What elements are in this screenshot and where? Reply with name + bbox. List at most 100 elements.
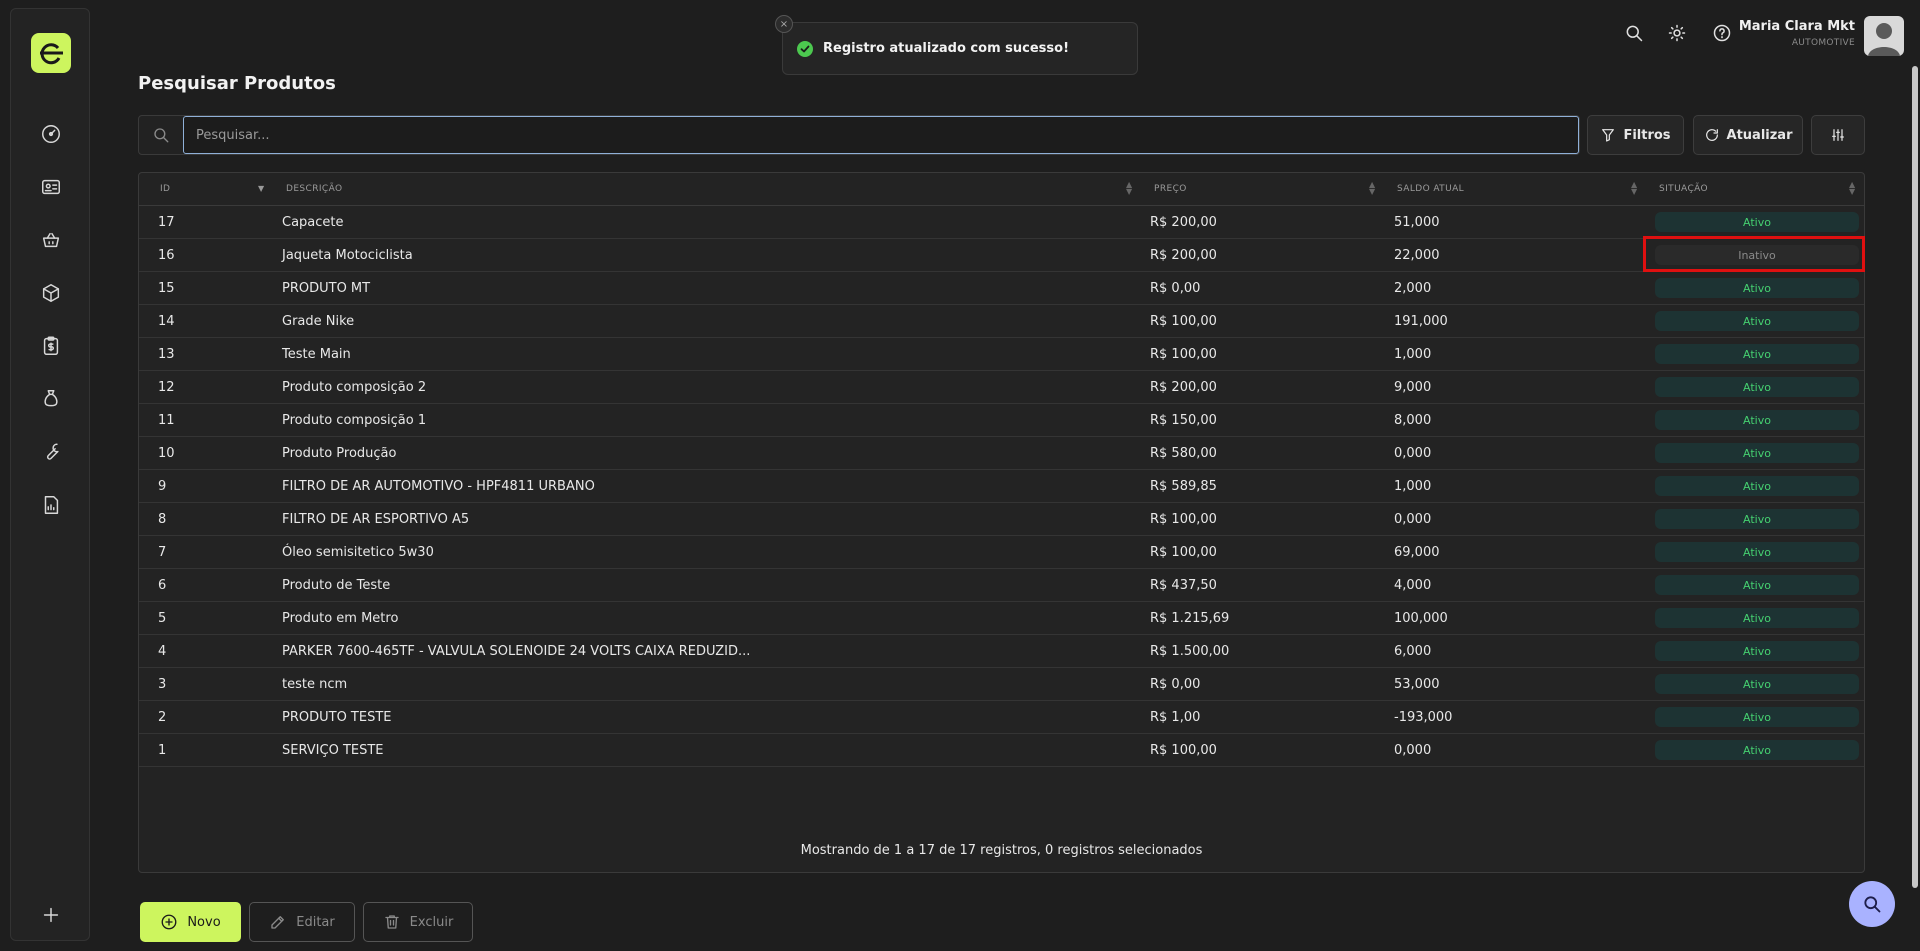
table-row[interactable]: 10 Produto Produção R$ 580,00 0,000 Ativo — [139, 437, 1864, 470]
cell-balance: 1,000 — [1394, 347, 1432, 362]
cell-description: Jaqueta Motociclista — [282, 248, 413, 263]
table-row[interactable]: 5 Produto em Metro R$ 1.215,69 100,000 Ativo — [139, 602, 1864, 635]
refresh-button-label: Atualizar — [1726, 127, 1793, 143]
status-badge: Ativo — [1655, 377, 1859, 397]
column-settings-button[interactable] — [1811, 115, 1865, 155]
page-title: Pesquisar Produtos — [138, 73, 336, 94]
table-header: ID ▼ DESCRIÇÃO ▲ ▼ PREÇO ▲ ▼ SALDO ATUAL ▲… — [139, 173, 1864, 206]
table-row[interactable]: 6 Produto de Teste R$ 437,50 4,000 Ativo — [139, 569, 1864, 602]
cell-id: 9 — [158, 479, 167, 494]
edit-button[interactable]: Editar — [249, 902, 355, 942]
table-row[interactable]: 12 Produto composição 2 R$ 200,00 9,000 Ativ… — [139, 371, 1864, 404]
table-row[interactable]: 1 SERVIÇO TESTE R$ 100,00 0,000 Ativo — [139, 734, 1864, 767]
sliders-icon — [1832, 129, 1844, 141]
products-table: ID ▼ DESCRIÇÃO ▲ ▼ PREÇO ▲ ▼ SALDO ATUAL ▲… — [138, 172, 1865, 873]
new-button-label: Novo — [187, 914, 221, 930]
cell-price: R$ 0,00 — [1150, 281, 1201, 296]
cell-price: R$ 100,00 — [1150, 314, 1217, 329]
logo-icon — [40, 43, 63, 65]
delete-button[interactable]: Excluir — [363, 902, 473, 942]
cell-description: teste ncm — [282, 677, 348, 692]
cell-price: R$ 437,50 — [1150, 578, 1217, 593]
cell-balance: 22,000 — [1394, 248, 1440, 263]
basket-icon[interactable] — [39, 228, 63, 252]
table-row[interactable]: 8 FILTRO DE AR ESPORTIVO A5 R$ 100,00 0,000… — [139, 503, 1864, 536]
user-name[interactable]: Maria Clara Mkt — [1739, 19, 1855, 34]
sort-icon[interactable]: ▲ ▼ — [1126, 181, 1132, 196]
plus-icon[interactable] — [39, 903, 63, 927]
success-toast: × Registro atualizado com sucesso! — [775, 15, 1138, 75]
filter-icon — [1602, 129, 1615, 142]
sort-icon[interactable]: ▲ ▼ — [1849, 181, 1855, 196]
column-header-status[interactable]: SITUAÇÃO — [1659, 184, 1708, 194]
floating-search-button[interactable] — [1849, 881, 1895, 927]
cell-description: PRODUTO TESTE — [282, 710, 392, 725]
dashboard-icon[interactable] — [39, 122, 63, 146]
cell-id: 15 — [158, 281, 175, 296]
filters-button[interactable]: Filtros — [1587, 115, 1684, 155]
table-row[interactable]: 3 teste ncm R$ 0,00 53,000 Ativo — [139, 668, 1864, 701]
table-row[interactable]: 2 PRODUTO TESTE R$ 1,00 -193,000 Ativo — [139, 701, 1864, 734]
avatar[interactable] — [1864, 16, 1904, 56]
cell-balance: 6,000 — [1394, 644, 1432, 659]
cell-description: Capacete — [282, 215, 344, 230]
search-icon[interactable] — [1623, 22, 1645, 44]
table-row[interactable]: 7 Óleo semisitetico 5w30 R$ 100,00 69,000 At… — [139, 536, 1864, 569]
wrench-icon[interactable] — [39, 440, 63, 464]
cell-price: R$ 1.500,00 — [1150, 644, 1230, 659]
status-badge: Ativo — [1655, 311, 1859, 331]
cell-description: Produto Produção — [282, 446, 397, 461]
cell-description: Produto composição 1 — [282, 413, 427, 428]
cell-description: PARKER 7600-465TF - VALVULA SOLENOIDE 24… — [282, 644, 751, 659]
cell-description: Produto de Teste — [282, 578, 391, 593]
table-row[interactable]: 15 PRODUTO MT R$ 0,00 2,000 Ativo — [139, 272, 1864, 305]
table-row[interactable]: 13 Teste Main R$ 100,00 1,000 Ativo — [139, 338, 1864, 371]
refresh-icon — [1705, 129, 1718, 141]
cell-id: 14 — [158, 314, 175, 329]
id-card-icon[interactable] — [39, 175, 63, 199]
cell-price: R$ 589,85 — [1150, 479, 1217, 494]
refresh-button[interactable]: Atualizar — [1693, 115, 1803, 155]
search-input[interactable] — [183, 116, 1579, 154]
cell-description: Produto em Metro — [282, 611, 399, 626]
sun-icon[interactable] — [1666, 22, 1688, 44]
cell-balance: -193,000 — [1394, 710, 1453, 725]
cell-price: R$ 580,00 — [1150, 446, 1217, 461]
toast-close-button[interactable]: × — [775, 15, 793, 33]
column-header-price[interactable]: PREÇO — [1154, 184, 1187, 194]
app-logo[interactable] — [31, 33, 71, 73]
box-icon[interactable] — [39, 281, 63, 305]
status-badge: Ativo — [1655, 740, 1859, 760]
cell-price: R$ 100,00 — [1150, 512, 1217, 527]
sort-icon[interactable]: ▲ ▼ — [1631, 181, 1637, 196]
user-avatar-icon — [1868, 23, 1900, 56]
table-row[interactable]: 16 Jaqueta Motociclista R$ 200,00 22,000 Ina… — [139, 239, 1864, 272]
status-badge: Ativo — [1655, 575, 1859, 595]
cell-description: Óleo semisitetico 5w30 — [282, 545, 434, 560]
cell-description: Teste Main — [282, 347, 351, 362]
scrollbar[interactable] — [1912, 66, 1918, 888]
sort-icon[interactable]: ▲ ▼ — [1369, 181, 1375, 196]
column-header-id[interactable]: ID — [160, 184, 170, 194]
table-row[interactable]: 17 Capacete R$ 200,00 51,000 Ativo — [139, 206, 1864, 239]
table-row[interactable]: 4 PARKER 7600-465TF - VALVULA SOLENOIDE 2… — [139, 635, 1864, 668]
cell-id: 2 — [158, 710, 167, 725]
sort-desc-icon[interactable]: ▼ — [258, 185, 264, 193]
table-row[interactable]: 11 Produto composição 1 R$ 150,00 8,000 Ativ… — [139, 404, 1864, 437]
report-icon[interactable] — [39, 493, 63, 517]
new-button[interactable]: Novo — [140, 902, 241, 942]
table-row[interactable]: 9 FILTRO DE AR AUTOMOTIVO - HPF4811 URBAN… — [139, 470, 1864, 503]
table-row[interactable]: 14 Grade Nike R$ 100,00 191,000 Ativo — [139, 305, 1864, 338]
clipboard-dollar-icon[interactable] — [39, 334, 63, 358]
edit-button-label: Editar — [296, 914, 335, 930]
search-field-icon — [139, 116, 183, 154]
cell-balance: 51,000 — [1394, 215, 1440, 230]
cell-balance: 2,000 — [1394, 281, 1432, 296]
money-bag-icon[interactable] — [39, 387, 63, 411]
column-header-balance[interactable]: SALDO ATUAL — [1397, 184, 1464, 194]
help-icon[interactable] — [1711, 22, 1733, 44]
column-header-description[interactable]: DESCRIÇÃO — [286, 184, 343, 194]
cell-description: PRODUTO MT — [282, 281, 371, 296]
cell-id: 6 — [158, 578, 167, 593]
status-badge: Ativo — [1655, 542, 1859, 562]
